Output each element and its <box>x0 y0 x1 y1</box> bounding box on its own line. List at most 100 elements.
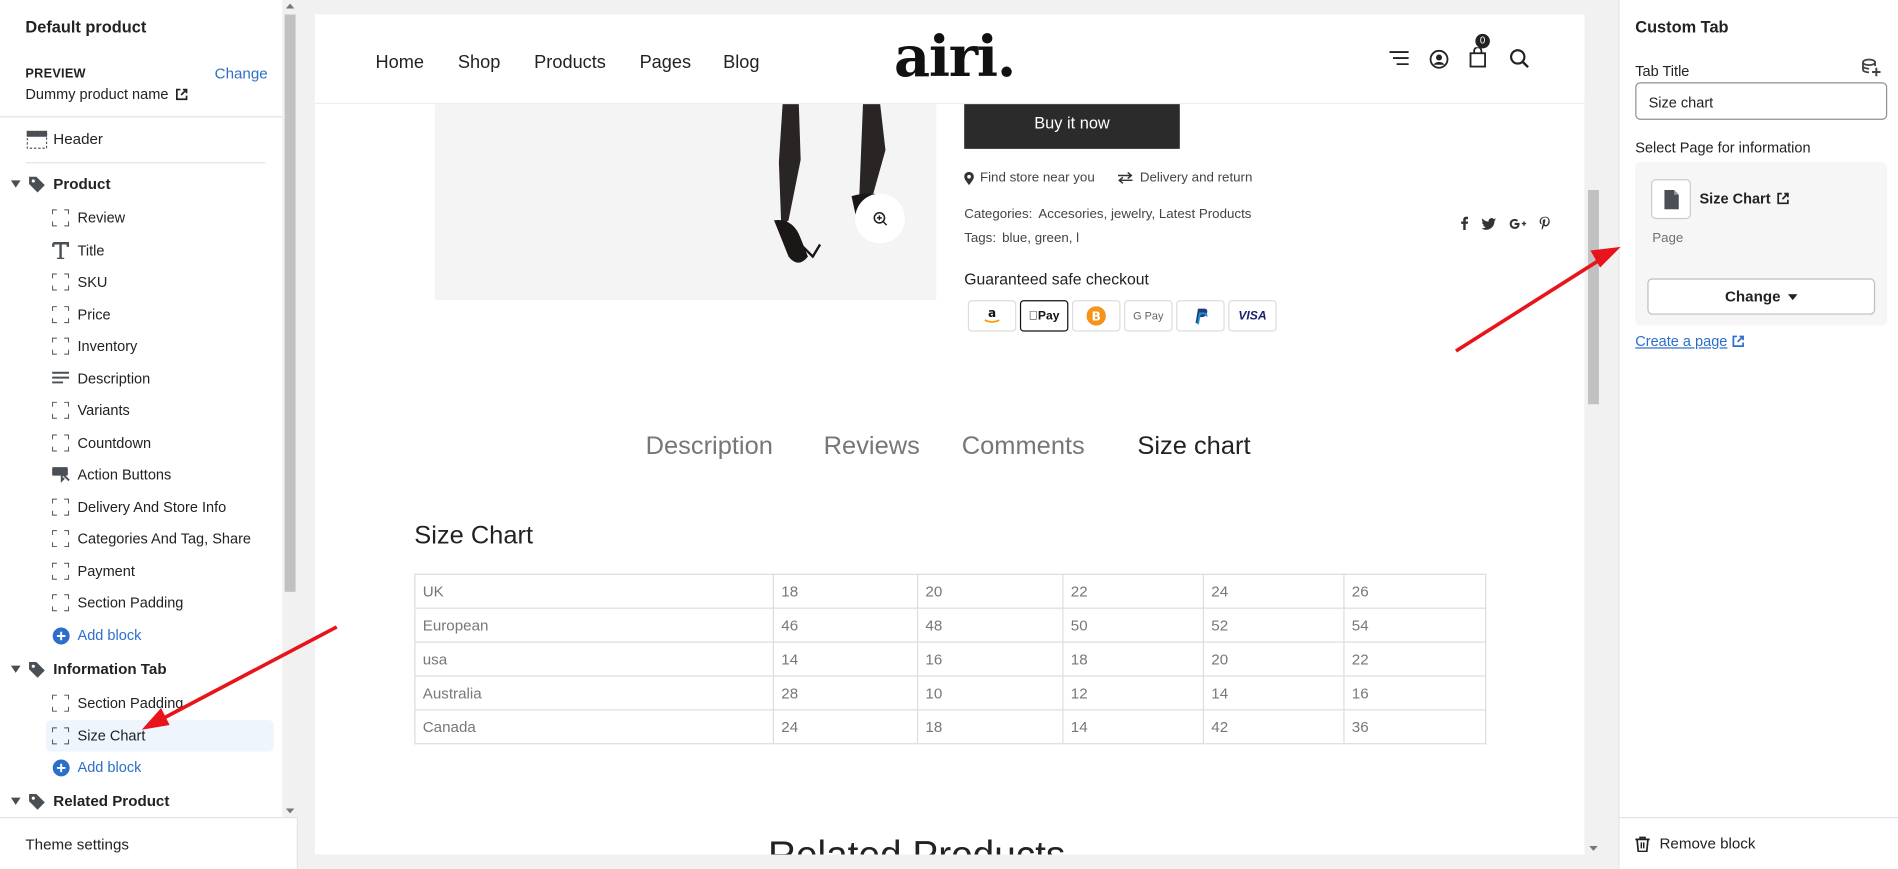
store-preview: Home Shop Products Pages Blog airi. 0 Bu… <box>314 14 1585 855</box>
nav-pages[interactable]: Pages <box>640 52 692 73</box>
product-image[interactable] <box>434 87 937 301</box>
account-icon[interactable] <box>1429 49 1449 69</box>
left-sidebar: Default product PREVIEW Change Dummy pro… <box>0 0 298 869</box>
cart-icon[interactable] <box>1469 47 1486 68</box>
tab-description[interactable]: Description <box>646 432 773 461</box>
scroll-up-icon[interactable] <box>282 0 298 12</box>
payment-bitcoin-icon: B <box>1072 300 1121 332</box>
add-block-information[interactable]: Add block <box>0 752 281 783</box>
zoom-button[interactable] <box>855 193 905 244</box>
share-icons <box>1461 216 1551 230</box>
tags-label: Tags: <box>964 231 997 246</box>
block-icon <box>50 496 72 518</box>
block-size-chart[interactable]: Size Chart <box>0 719 281 751</box>
scroll-down-icon[interactable] <box>1586 842 1602 854</box>
section-product[interactable]: Product <box>0 168 281 199</box>
block-sku[interactable]: SKU <box>0 266 281 297</box>
tab-size-chart[interactable]: Size chart <box>1137 432 1250 461</box>
scroll-down-icon[interactable] <box>282 805 298 817</box>
tab-title-label: Tab Title <box>1635 62 1690 80</box>
google-plus-icon[interactable] <box>1509 217 1527 229</box>
sidebar-scrollbar[interactable] <box>282 0 298 817</box>
block-section-padding[interactable]: Section Padding <box>0 687 281 718</box>
tags-line: Tags: blue, green, l <box>964 231 1079 246</box>
tab-reviews[interactable]: Reviews <box>824 432 920 461</box>
store-logo[interactable]: airi. <box>894 24 1016 89</box>
block-icon <box>50 528 72 550</box>
change-page-button[interactable]: Change <box>1647 278 1876 315</box>
guaranteed-checkout-label: Guaranteed safe checkout <box>964 269 1149 289</box>
tags-links[interactable]: blue, green, l <box>1002 231 1079 246</box>
block-variants[interactable]: Variants <box>0 395 281 426</box>
svg-text:B: B <box>1092 310 1101 324</box>
block-countdown[interactable]: Countdown <box>0 427 281 458</box>
section-label: Related Product <box>53 792 170 810</box>
create-page-label: Create a page <box>1635 332 1728 350</box>
find-store-link[interactable]: Find store near you <box>964 171 1095 185</box>
table-cell: 22 <box>1343 641 1487 677</box>
block-label: Section Padding <box>77 594 184 612</box>
block-settings-panel: Custom Tab Tab Title Size chart Select P… <box>1618 0 1898 869</box>
block-categories-and-tag-share[interactable]: Categories And Tag, Share <box>0 523 281 554</box>
tab-title-input[interactable]: Size chart <box>1635 82 1888 120</box>
nav-shop[interactable]: Shop <box>458 52 500 73</box>
payment-gpay-icon: G Pay <box>1124 300 1173 332</box>
caret-down-icon <box>1787 293 1798 300</box>
section-label: Information Tab <box>53 660 167 678</box>
preview-scrollbar[interactable] <box>1585 14 1602 855</box>
add-icon <box>50 625 72 647</box>
block-title[interactable]: Title <box>0 234 281 265</box>
block-review[interactable]: Review <box>0 202 281 233</box>
search-icon[interactable] <box>1509 48 1530 69</box>
facebook-icon[interactable] <box>1461 216 1469 230</box>
table-cell: 20 <box>1202 641 1345 677</box>
table-cell: 10 <box>916 675 1064 711</box>
tab-comments[interactable]: Comments <box>962 432 1085 461</box>
caret-down-icon <box>5 658 27 680</box>
page-title: Default product <box>25 18 147 37</box>
tag-icon <box>25 658 47 680</box>
block-price[interactable]: Price <box>0 298 281 329</box>
add-icon <box>50 756 72 778</box>
block-action-buttons[interactable]: Action Buttons <box>0 459 281 490</box>
table-row: Canada 24 18 14 42 36 <box>414 709 1487 745</box>
remove-block-button[interactable]: Remove block <box>1619 816 1898 869</box>
add-block-product[interactable]: Add block <box>0 620 281 651</box>
preview-product[interactable]: Dummy product name <box>25 86 271 103</box>
create-page-link[interactable]: Create a page <box>1635 333 1744 350</box>
change-preview-link[interactable]: Change <box>215 65 268 82</box>
size-chart-table: UK 18 20 22 24 26 European 46 48 50 52 54 usa 14 16 18 2… <box>414 573 1487 745</box>
block-delivery-and-store-info[interactable]: Delivery And Store Info <box>0 491 281 522</box>
selected-page-link[interactable]: Size Chart <box>1699 190 1789 207</box>
table-cell: 24 <box>772 709 919 745</box>
delivery-return-link[interactable]: Delivery and return <box>1117 171 1252 185</box>
section-header[interactable]: Header <box>0 123 281 154</box>
tag-icon <box>25 173 47 195</box>
nav-blog[interactable]: Blog <box>723 52 759 73</box>
twitter-icon[interactable] <box>1481 217 1496 230</box>
categories-links[interactable]: Accesories, jewelry, Latest Products <box>1038 207 1251 222</box>
pinterest-icon[interactable] <box>1539 216 1551 230</box>
external-link-icon <box>176 88 188 101</box>
block-label: Title <box>77 241 105 259</box>
cart-count-badge: 0 <box>1475 33 1490 49</box>
table-cell: 12 <box>1062 675 1205 711</box>
section-information-tab[interactable]: Information Tab <box>0 654 281 685</box>
divider <box>25 162 266 164</box>
block-section-padding[interactable]: Section Padding <box>0 587 281 618</box>
scrollbar-thumb[interactable] <box>1588 190 1599 405</box>
nav-home[interactable]: Home <box>376 52 424 73</box>
section-related-product[interactable]: Related Product <box>0 785 281 814</box>
block-label: Review <box>77 209 126 227</box>
block-inventory[interactable]: Inventory <box>0 330 281 361</box>
menu-icon[interactable] <box>1389 51 1409 66</box>
table-cell: 54 <box>1343 607 1487 643</box>
dynamic-source-icon[interactable] <box>1862 58 1881 77</box>
external-link-icon <box>1732 335 1744 347</box>
block-description[interactable]: Description <box>0 362 281 393</box>
external-link-icon <box>1776 192 1789 205</box>
theme-settings-button[interactable]: Theme settings <box>0 816 298 869</box>
scrollbar-thumb[interactable] <box>284 14 296 592</box>
block-payment[interactable]: Payment <box>0 555 281 586</box>
nav-products[interactable]: Products <box>534 52 606 73</box>
